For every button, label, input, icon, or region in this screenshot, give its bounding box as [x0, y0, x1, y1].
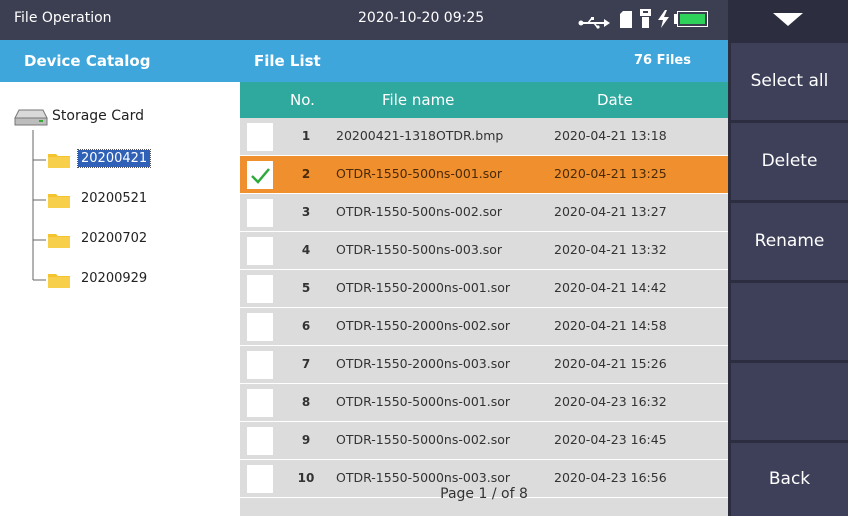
storage-card-label: Storage Card: [52, 108, 144, 124]
section-header: Device Catalog File List 76 Files: [0, 40, 728, 82]
row-checkbox[interactable]: [247, 237, 273, 265]
row-file-name: OTDR-1550-500ns-002.sor: [336, 204, 503, 219]
folder-name: 20200702: [81, 231, 148, 246]
device-catalog-tree: Storage Card 20200421 20200521 20200702 …: [0, 82, 240, 516]
folder-name: 20200421: [76, 149, 152, 168]
row-file-name: OTDR-1550-5000ns-002.sor: [336, 432, 510, 447]
button-label: Rename: [754, 231, 825, 251]
light-icon: [640, 9, 651, 33]
row-checkbox[interactable]: [247, 161, 273, 189]
select-all-button[interactable]: Select all: [731, 43, 848, 120]
column-header-date: Date: [597, 91, 633, 109]
row-number: 7: [301, 357, 311, 371]
row-number: 5: [301, 281, 311, 295]
tree-connector-lines: [32, 130, 46, 281]
status-bar: File Operation 2020-10-20 09:25: [0, 0, 728, 40]
back-button[interactable]: Back: [731, 443, 848, 516]
row-file-name: OTDR-1550-500ns-003.sor: [336, 242, 503, 257]
row-number: 6: [301, 319, 311, 333]
folder-icon: [48, 192, 70, 208]
screen-title: File Operation: [14, 10, 112, 26]
row-date: 2020-04-21 14:58: [554, 318, 667, 333]
row-file-name: OTDR-1550-5000ns-001.sor: [336, 394, 510, 409]
blank-button-1[interactable]: [731, 283, 848, 360]
row-number: 9: [301, 433, 311, 447]
row-date: 2020-04-21 14:42: [554, 280, 667, 295]
battery-level: [680, 14, 705, 24]
table-row[interactable]: 1 20200421-1318OTDR.bmp 2020-04-21 13:18: [240, 118, 728, 156]
rename-button[interactable]: Rename: [731, 203, 848, 280]
column-header-no: No.: [290, 91, 315, 109]
row-checkbox[interactable]: [247, 313, 273, 341]
row-checkbox[interactable]: [247, 123, 273, 151]
file-table: No. File name Date 1 20200421-1318OTDR.bm…: [240, 82, 728, 516]
row-file-name: OTDR-1550-500ns-001.sor: [336, 166, 503, 181]
row-file-name: OTDR-1550-5000ns-003.sor: [336, 470, 510, 485]
row-date: 2020-04-21 13:32: [554, 242, 667, 257]
row-number: 2: [301, 167, 311, 181]
row-date: 2020-04-23 16:56: [554, 470, 667, 485]
row-date: 2020-04-23 16:45: [554, 432, 667, 447]
dropdown-arrow-icon: [773, 13, 803, 26]
folder-icon: [48, 232, 70, 248]
button-label: Back: [768, 469, 811, 489]
delete-button[interactable]: Delete: [731, 123, 848, 200]
drive-icon: [14, 108, 48, 130]
row-number: 3: [301, 205, 311, 219]
table-row[interactable]: 6 OTDR-1550-2000ns-002.sor 2020-04-21 14:5…: [240, 308, 728, 346]
row-checkbox[interactable]: [247, 389, 273, 417]
file-count: 76 Files: [634, 53, 691, 68]
charging-icon: [658, 10, 669, 32]
table-row[interactable]: 3 OTDR-1550-500ns-002.sor 2020-04-21 13:27: [240, 194, 728, 232]
column-header-file-name: File name: [382, 91, 455, 109]
row-number: 4: [301, 243, 311, 257]
action-sidebar: Select all Delete Rename Back: [728, 0, 848, 516]
row-file-name: OTDR-1550-2000ns-002.sor: [336, 318, 510, 333]
table-row[interactable]: 5 OTDR-1550-2000ns-001.sor 2020-04-21 14:4…: [240, 270, 728, 308]
table-row[interactable]: 9 OTDR-1550-5000ns-002.sor 2020-04-23 16:4…: [240, 422, 728, 460]
page-indicator: Page 1 / of 8: [440, 486, 528, 502]
table-row[interactable]: 4 OTDR-1550-500ns-003.sor 2020-04-21 13:32: [240, 232, 728, 270]
folder-icon: [48, 272, 70, 288]
row-checkbox[interactable]: [247, 199, 273, 227]
row-number: 1: [301, 129, 311, 143]
datetime: 2020-10-20 09:25: [358, 10, 485, 26]
device-catalog-label: Device Catalog: [24, 52, 151, 70]
battery-icon: [674, 11, 708, 31]
checkmark-icon: [251, 168, 270, 184]
dropdown-menu-button[interactable]: [728, 0, 848, 40]
row-date: 2020-04-23 16:32: [554, 394, 667, 409]
table-header: No. File name Date: [240, 82, 728, 118]
row-number: 8: [301, 395, 311, 409]
row-file-name: OTDR-1550-2000ns-001.sor: [336, 280, 510, 295]
row-number: 10: [297, 471, 315, 485]
sd-card-icon: [620, 11, 632, 32]
blank-button-2[interactable]: [731, 363, 848, 440]
row-date: 2020-04-21 13:25: [554, 166, 667, 181]
row-date: 2020-04-21 13:18: [554, 128, 667, 143]
button-label: Select all: [750, 71, 829, 91]
button-label: Delete: [761, 151, 818, 171]
row-file-name: 20200421-1318OTDR.bmp: [336, 128, 504, 143]
row-date: 2020-04-21 13:27: [554, 204, 667, 219]
usb-icon: [578, 14, 610, 33]
row-checkbox[interactable]: [247, 351, 273, 379]
folder-name: 20200521: [81, 191, 148, 206]
folder-icon: [48, 152, 70, 168]
row-checkbox[interactable]: [247, 275, 273, 303]
table-row[interactable]: 8 OTDR-1550-5000ns-001.sor 2020-04-23 16:3…: [240, 384, 728, 422]
row-file-name: OTDR-1550-2000ns-003.sor: [336, 356, 510, 371]
folder-name: 20200929: [81, 271, 148, 286]
table-row[interactable]: 2 OTDR-1550-500ns-001.sor 2020-04-21 13:25: [240, 156, 728, 194]
row-date: 2020-04-21 15:26: [554, 356, 667, 371]
row-checkbox[interactable]: [247, 427, 273, 455]
table-row[interactable]: 7 OTDR-1550-2000ns-003.sor 2020-04-21 15:2…: [240, 346, 728, 384]
file-list-label: File List: [254, 52, 321, 70]
